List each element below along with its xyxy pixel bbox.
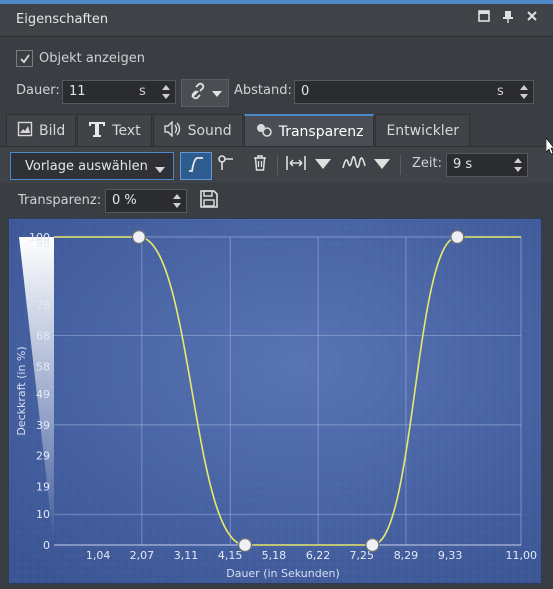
tab-text-label: Text — [112, 123, 141, 139]
chevron-down-icon — [155, 162, 165, 177]
tab-bar: Bild Text Sound Transparenz Entwickler — [6, 114, 471, 148]
time-label: Zeit: — [412, 156, 442, 171]
link-icon — [188, 81, 208, 105]
y-tick-label: 98 — [36, 237, 50, 250]
y-tick-label: 78 — [36, 299, 50, 312]
chevron-down-icon — [212, 86, 222, 101]
y-tick-label: 39 — [36, 419, 50, 432]
x-tick-label: 5,18 — [262, 549, 287, 562]
y-axis-label: Deckkraft (in %) — [15, 346, 28, 435]
separator — [277, 155, 278, 175]
pin-icon[interactable] — [501, 10, 515, 28]
save-button[interactable] — [196, 188, 222, 214]
title-bar: Eigenschaften — [0, 4, 553, 37]
tab-image-label: Bild — [39, 123, 66, 139]
image-icon — [17, 121, 33, 141]
duration-value: 11 — [69, 84, 86, 99]
template-select[interactable]: Vorlage auswählen — [10, 152, 174, 180]
x-tick-label: 4,15 — [218, 549, 243, 562]
tab-sound-label: Sound — [187, 123, 232, 139]
speaker-icon — [163, 120, 182, 141]
distance-value: 0 — [301, 84, 310, 99]
keyframe-point[interactable] — [450, 229, 465, 245]
wave-button[interactable] — [339, 152, 369, 178]
x-tick-label: 11,00 — [506, 549, 538, 562]
x-tick-label: 9,33 — [438, 549, 463, 562]
keyframe-point[interactable] — [237, 537, 253, 553]
y-tick-label: 29 — [36, 450, 50, 463]
x-tick-label: 8,29 — [394, 549, 419, 562]
keyframe-icon — [217, 154, 235, 176]
title-icons — [477, 10, 539, 28]
y-tick-label: 88 — [36, 268, 50, 281]
wave-dropdown[interactable] — [371, 152, 393, 178]
y-tick-label: 49 — [36, 388, 50, 401]
duration-spinner[interactable] — [160, 82, 172, 102]
save-icon — [199, 189, 219, 213]
y-tick-label: 68 — [36, 330, 50, 343]
mouse-cursor — [545, 137, 553, 158]
tab-transparency[interactable]: Transparenz — [243, 114, 375, 148]
tab-transparency-label: Transparenz — [278, 124, 364, 140]
x-tick-label: 2,07 — [130, 549, 155, 562]
transparency-spinner[interactable] — [171, 191, 183, 211]
chevron-down-icon — [315, 158, 331, 173]
transparency-label: Transparenz: — [18, 193, 102, 208]
x-tick-label: 6,22 — [306, 549, 331, 562]
time-value: 9 s — [453, 157, 473, 172]
transparency-icon — [255, 122, 273, 142]
duration-field[interactable]: 11 s — [62, 80, 176, 104]
curve-mode-button[interactable] — [180, 152, 212, 180]
chart-minor-grid — [9, 219, 541, 583]
trash-icon — [251, 154, 269, 176]
stretch-button[interactable] — [282, 152, 310, 178]
opacity-chart-svg[interactable]: 100988878685849392919100 1,04 2,07 3,11 4,1… — [9, 219, 541, 583]
distance-label: Abstand: — [234, 83, 292, 98]
properties-panel: Eigenschaften Objekt anzeigen Dauer: 11 … — [0, 0, 553, 589]
tab-developer-label: Entwickler — [386, 123, 460, 139]
x-axis-label: Dauer (in Sekunden) — [226, 567, 340, 580]
template-select-label: Vorlage auswählen — [25, 158, 148, 174]
y-tick-label: 19 — [36, 480, 50, 493]
x-tick-label: 3,11 — [174, 549, 199, 562]
keyframe-point[interactable] — [365, 537, 380, 553]
tab-text[interactable]: Text — [77, 114, 152, 147]
transparency-toolbar: Vorlage auswählen Zeit: 9 s — [0, 146, 553, 183]
delete-button[interactable] — [247, 152, 273, 178]
time-field[interactable]: 9 s — [446, 153, 528, 177]
maximize-icon[interactable] — [477, 10, 491, 28]
y-tick-label: 10 — [36, 508, 50, 521]
curve-icon — [187, 155, 205, 177]
keyframe-point[interactable] — [131, 229, 147, 245]
panel-title: Eigenschaften — [16, 12, 109, 27]
text-icon — [88, 120, 106, 142]
distance-unit: s — [497, 84, 504, 99]
separator — [400, 155, 401, 175]
show-object-checkbox[interactable] — [16, 50, 33, 67]
x-tick-label: 1,04 — [86, 549, 111, 562]
tab-sound[interactable]: Sound — [152, 114, 243, 147]
transparency-value: 0 % — [112, 193, 137, 208]
transparency-field[interactable]: 0 % — [105, 189, 187, 213]
time-spinner[interactable] — [512, 155, 524, 175]
duration-label: Dauer: — [16, 83, 60, 98]
duration-unit: s — [139, 84, 146, 99]
stretch-icon — [285, 154, 307, 176]
distance-field[interactable]: 0 s — [294, 80, 534, 104]
show-object-row[interactable]: Objekt anzeigen — [16, 50, 145, 67]
opacity-chart[interactable]: 100 98 88 78 68 58 49 39 29 19 10 0 1,04 2,07 3,11 4,1… — [8, 218, 542, 584]
y-tick-label: 58 — [36, 360, 50, 373]
stretch-dropdown[interactable] — [312, 152, 334, 178]
show-object-label: Objekt anzeigen — [39, 51, 145, 66]
tab-image[interactable]: Bild — [6, 114, 77, 147]
close-icon[interactable] — [525, 10, 539, 28]
chevron-down-icon — [374, 158, 390, 173]
keyframe-button[interactable] — [213, 152, 239, 178]
link-dropdown[interactable] — [181, 79, 229, 107]
wave-icon — [342, 154, 366, 176]
distance-spinner[interactable] — [518, 82, 530, 102]
tab-developer[interactable]: Entwickler — [375, 114, 471, 147]
y-tick-label: 0 — [43, 539, 50, 552]
